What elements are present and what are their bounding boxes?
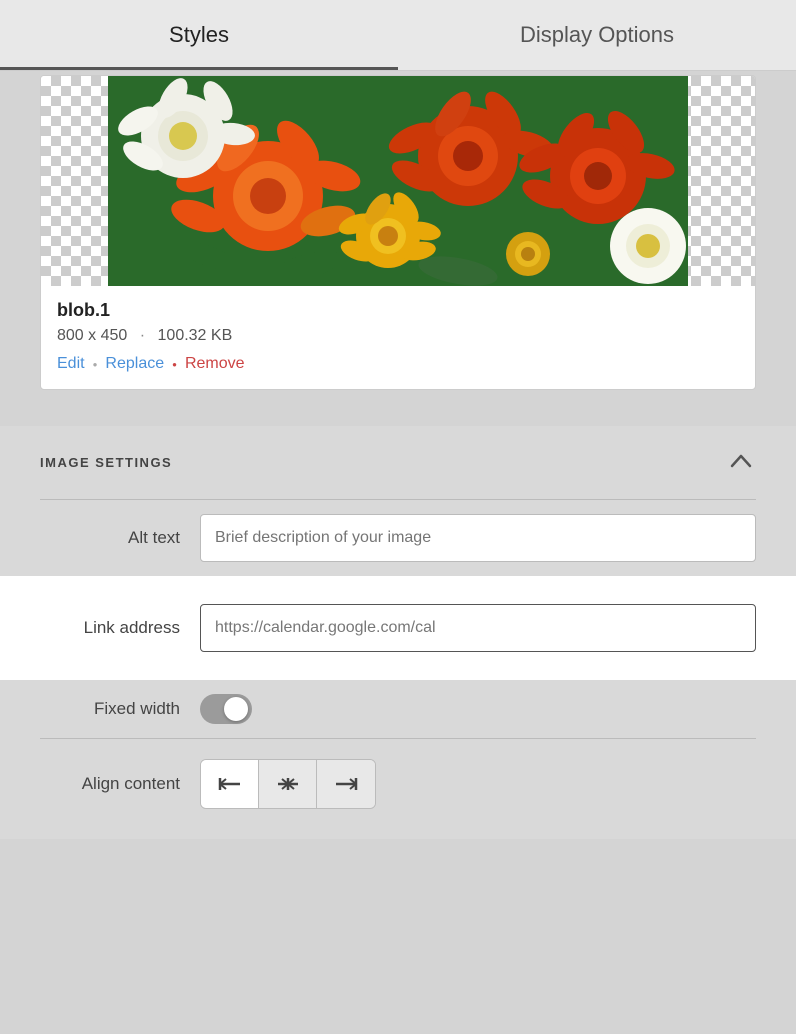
flower-image: [108, 76, 688, 286]
align-center-button[interactable]: [259, 760, 317, 808]
align-right-button[interactable]: [317, 760, 375, 808]
fixed-width-label: Fixed width: [40, 699, 200, 719]
image-info: blob.1 800 x 450 · 100.32 KB Edit ● Repl…: [41, 286, 755, 389]
alt-text-label: Alt text: [40, 528, 200, 548]
tab-styles[interactable]: Styles: [0, 0, 398, 70]
align-left-icon: [218, 774, 242, 794]
section-header: IMAGE SETTINGS: [40, 426, 756, 499]
alt-text-row: Alt text: [40, 500, 756, 576]
align-buttons-group: [200, 759, 376, 809]
lower-settings-section: Fixed width Align content: [0, 680, 796, 839]
meta-dot: ·: [140, 327, 145, 344]
collapse-button[interactable]: [726, 448, 756, 477]
image-dimensions: 800 x 450: [57, 327, 127, 344]
image-filesize: 100.32 KB: [158, 327, 233, 344]
align-right-icon: [334, 774, 358, 794]
link-address-row: Link address: [40, 590, 756, 666]
link-address-wrapper: Link address: [0, 576, 796, 680]
fixed-width-toggle-wrapper: [200, 694, 252, 724]
align-content-row: Align content: [40, 739, 756, 839]
tabs-container: Styles Display Options: [0, 0, 796, 71]
chevron-up-icon: [730, 454, 752, 468]
section-title: IMAGE SETTINGS: [40, 455, 172, 470]
spacer: [0, 410, 796, 426]
image-card: blob.1 800 x 450 · 100.32 KB Edit ● Repl…: [40, 75, 756, 390]
image-filename: blob.1: [57, 300, 739, 321]
align-center-icon: [276, 774, 300, 794]
fixed-width-toggle[interactable]: [200, 694, 252, 724]
align-left-button[interactable]: [201, 760, 259, 808]
image-preview-wrapper: blob.1 800 x 450 · 100.32 KB Edit ● Repl…: [0, 71, 796, 410]
remove-link[interactable]: Remove: [185, 355, 245, 373]
image-container: [41, 76, 755, 286]
align-content-label: Align content: [40, 774, 200, 794]
image-settings-section: IMAGE SETTINGS Alt text: [0, 426, 796, 576]
alt-text-input[interactable]: [200, 514, 756, 562]
sep1: ●: [93, 360, 98, 369]
link-address-label: Link address: [40, 618, 200, 638]
image-actions: Edit ● Replace ● Remove: [57, 355, 739, 373]
edit-link[interactable]: Edit: [57, 355, 85, 373]
fixed-width-row: Fixed width: [40, 680, 756, 738]
tab-display-options[interactable]: Display Options: [398, 0, 796, 70]
link-address-input[interactable]: [200, 604, 756, 652]
sep2: ●: [172, 360, 177, 369]
image-meta: 800 x 450 · 100.32 KB: [57, 327, 739, 345]
replace-link[interactable]: Replace: [105, 355, 164, 373]
